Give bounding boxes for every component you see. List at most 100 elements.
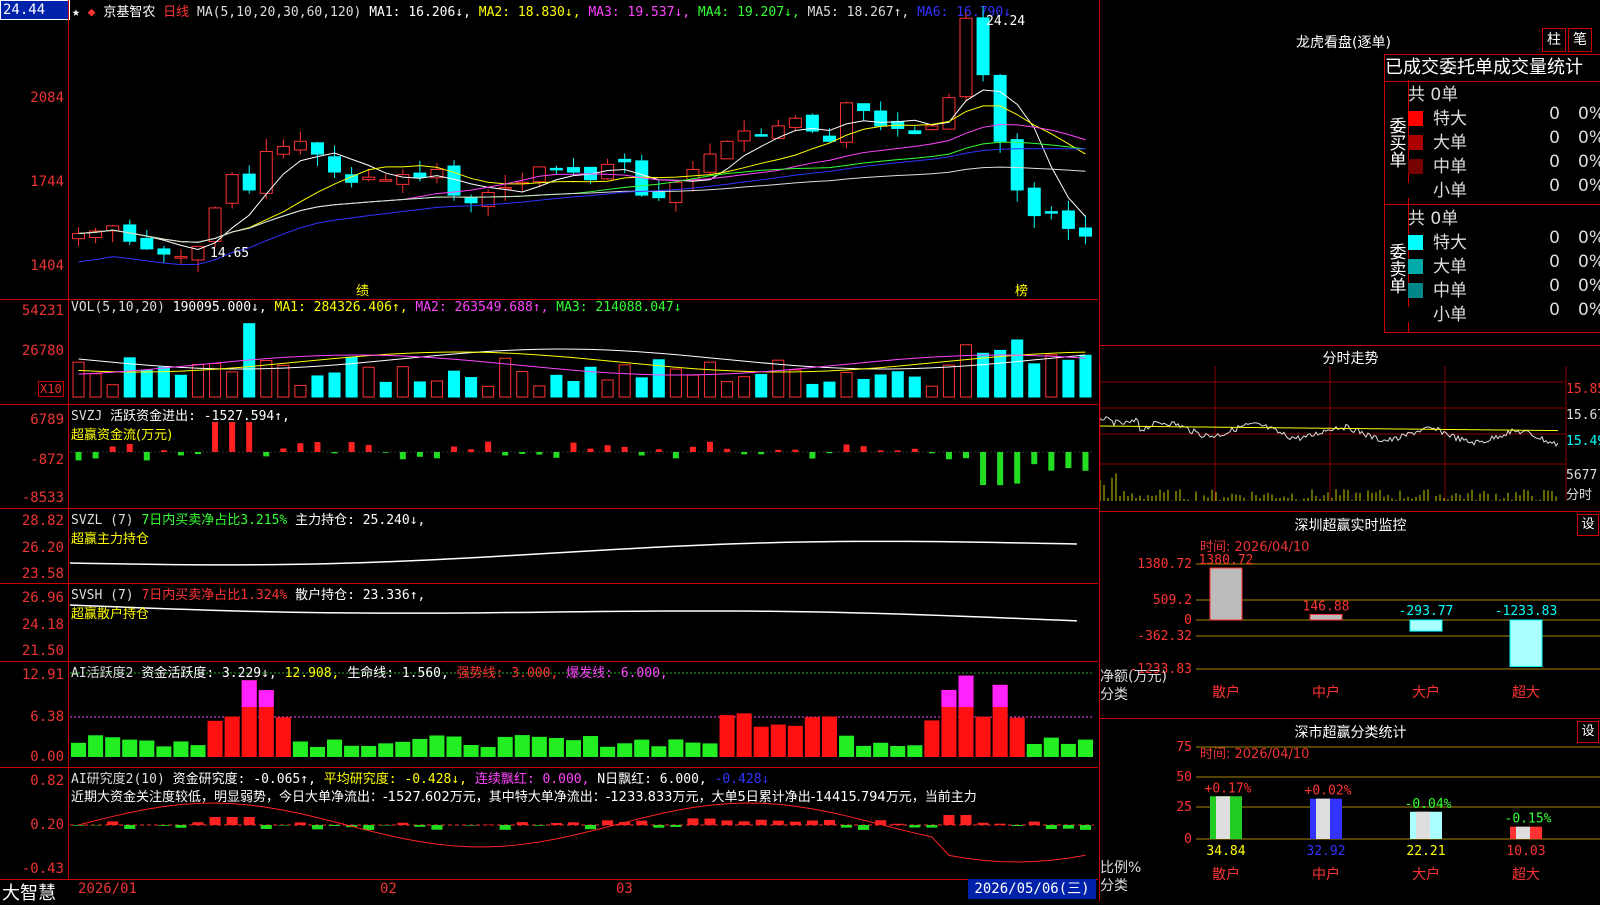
- candle-body: [960, 18, 972, 96]
- candle-body: [277, 146, 289, 154]
- flow-bar: [570, 443, 576, 452]
- candlestick-chart[interactable]: [0, 0, 1098, 299]
- flow-bar: [76, 452, 82, 460]
- activity-bar: [873, 743, 888, 757]
- tick-mode-button[interactable]: 笔: [1568, 28, 1592, 52]
- volume-bar: [841, 372, 852, 397]
- y-label: 75: [1176, 740, 1192, 755]
- research-bar: [824, 820, 835, 825]
- volume-bar: [551, 375, 562, 397]
- activity-bar: [600, 747, 615, 757]
- intraday-panel[interactable]: 分时走势 15.85 15.67 15.49 5677 分时: [1099, 345, 1600, 512]
- candle-body: [789, 118, 801, 127]
- research-bar: [773, 821, 784, 825]
- event-marker-earnings[interactable]: 绩: [356, 280, 369, 299]
- low-label: 14.65: [210, 246, 249, 261]
- activity-peak: [993, 685, 1008, 707]
- order-pct: 0%: [1578, 152, 1600, 172]
- research-bar: [312, 825, 323, 829]
- flow-bar: [502, 452, 508, 455]
- svzl-panel[interactable]: 28.82 26.20 23.58 SVZL (7) 7日内买卖净占比3.215…: [0, 508, 1098, 584]
- date-axis-label: 03: [616, 881, 633, 897]
- color-swatch: [1408, 135, 1423, 150]
- research-bar: [807, 820, 818, 825]
- activity-bar: [139, 741, 154, 757]
- candle-body: [1011, 140, 1023, 190]
- bar-mode-button[interactable]: 柱: [1542, 28, 1566, 52]
- main-chart-panel[interactable]: 2084 1744 1404 24.24 14.65 绩 榜: [0, 0, 1098, 300]
- activity-bar: [685, 743, 700, 757]
- activity-bar: [720, 715, 735, 757]
- activity-bar: [549, 738, 564, 757]
- bar-value: 22.21: [1406, 844, 1445, 859]
- research-bar: [739, 821, 750, 825]
- volume-bar: [448, 371, 459, 397]
- activity-peak: [941, 690, 956, 707]
- activity-bar: [754, 727, 769, 757]
- net-amount-chart: 1380.72509.20-362.32-1233.831380.72散户146…: [1100, 512, 1600, 719]
- flow-bar: [724, 449, 730, 452]
- svsh-panel[interactable]: 26.96 24.18 21.50 SVSH (7) 7日内买卖净占比1.324…: [0, 583, 1098, 662]
- research-bar: [534, 825, 545, 826]
- volume-bar: [756, 374, 767, 397]
- activity-bar: [395, 742, 410, 757]
- color-swatch: [1408, 283, 1423, 298]
- activity-bar: [173, 741, 188, 757]
- current-date-label[interactable]: 2026/05/06(三): [968, 879, 1096, 899]
- flow-bar: [622, 447, 628, 452]
- y-label: -362.32: [1137, 629, 1192, 644]
- volume-bar: [517, 372, 528, 397]
- svzj-panel[interactable]: 6789 -872 -8533 SVZJ 活跃资金进出: -1527.594↑,…: [0, 404, 1098, 509]
- color-swatch: [1408, 183, 1423, 198]
- buy-total: 共 0单: [1408, 80, 1458, 105]
- volume-bar: [107, 385, 118, 397]
- flow-bar: [1065, 452, 1071, 468]
- candle-body: [704, 154, 716, 172]
- volume-bar: [73, 362, 84, 397]
- stats-tab-header[interactable]: 已成交委托单成交量统计: [1384, 54, 1600, 82]
- research-bar: [978, 823, 989, 825]
- sell-row-4: 小单00%: [1408, 300, 1467, 325]
- research-bar: [1046, 825, 1057, 829]
- intraday-tag: 分时: [1566, 484, 1592, 503]
- candle-body: [841, 103, 853, 142]
- class-x-unit: 分类: [1100, 875, 1128, 895]
- volume-bar: [875, 375, 886, 397]
- monitor-y-unit: 净额(万元): [1100, 666, 1167, 686]
- category-label: 散户: [1212, 866, 1240, 883]
- category-label: 中户: [1312, 866, 1340, 883]
- volume-panel[interactable]: 54231 26780 X10 VOL(5,10,20) 190095.000↓…: [0, 299, 1098, 405]
- buy-row-3: 中单00%: [1408, 152, 1467, 177]
- ai-research-panel[interactable]: 0.82 0.20 -0.43 AI研究度2(10) 资金研究度: -0.065…: [0, 767, 1098, 880]
- sz-monitor-panel: 深圳超赢实时监控 设 时间: 2026/04/10 1380.72509.20-…: [1099, 511, 1600, 719]
- category-label: 散户: [1212, 684, 1240, 701]
- activity-bar: [156, 746, 171, 757]
- order-pct: 0%: [1578, 252, 1600, 272]
- brand-logo[interactable]: 大智慧: [2, 879, 56, 905]
- vol-indicator: VOL(5,10,20) 190095.000↓, MA1: 284326.40…: [71, 300, 682, 315]
- research-bar: [107, 821, 118, 825]
- activity-bar: [1010, 718, 1025, 757]
- activity-bar: [668, 739, 683, 757]
- research-bar: [1012, 825, 1023, 826]
- change-label: -0.15%: [1505, 812, 1552, 827]
- flow-bar: [110, 446, 116, 452]
- change-label: +0.17%: [1205, 781, 1252, 796]
- flow-bar: [297, 443, 303, 452]
- bar-value: 32.92: [1306, 844, 1345, 859]
- candle-body: [909, 131, 921, 134]
- flow-bar: [826, 452, 832, 453]
- event-marker-ranking[interactable]: 榜: [1015, 280, 1028, 299]
- flow-bar: [553, 452, 559, 458]
- intraday-chart[interactable]: [1100, 346, 1600, 512]
- research-bar: [909, 825, 920, 828]
- date-axis-label: 2026/01: [78, 881, 137, 897]
- volume-bar: [943, 365, 954, 397]
- activity-bar: [583, 736, 598, 757]
- flow-bar: [127, 444, 133, 452]
- ai-activity-panel[interactable]: 12.91 6.38 0.00 AI活跃度2 资金活跃度: 3.229↓, 12…: [0, 661, 1098, 768]
- flow-bar: [400, 452, 406, 459]
- volume-bar: [363, 367, 374, 397]
- volume-bar: [978, 353, 989, 397]
- volume-bar: [619, 365, 630, 397]
